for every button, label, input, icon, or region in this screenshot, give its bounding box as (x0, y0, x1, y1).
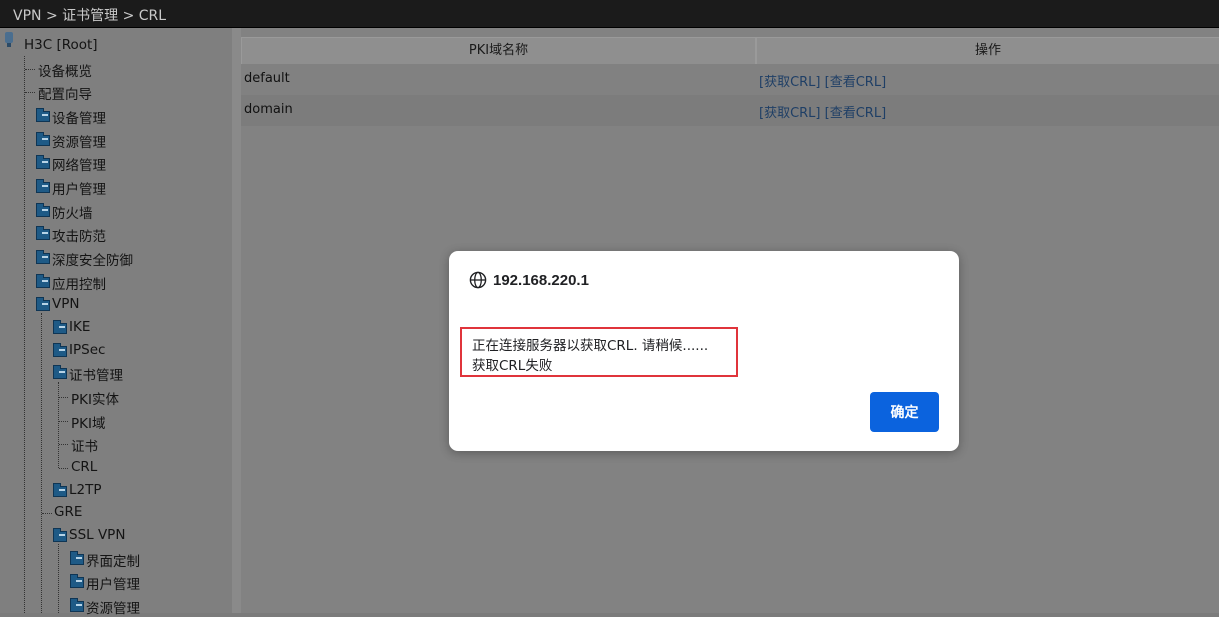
folder-icon (36, 226, 50, 240)
folder-icon (70, 574, 84, 588)
get-crl-link[interactable]: [获取CRL] (759, 75, 821, 90)
pki-domain-name: default (244, 71, 290, 86)
panel-splitter[interactable] (232, 28, 241, 613)
col-header-actions[interactable]: 操作 (756, 37, 1219, 65)
tree-item-device-mgmt[interactable]: 设备管理 (52, 107, 106, 127)
tree-guide-line (24, 56, 25, 613)
tree-item-app-control[interactable]: 应用控制 (52, 273, 106, 293)
tree-item-ssl-resource-mgmt[interactable]: 资源管理 (86, 597, 140, 617)
tree-item-ssl-user-mgmt[interactable]: 用户管理 (86, 573, 140, 593)
root-device-icon (5, 32, 13, 47)
tree-item-user-mgmt[interactable]: 用户管理 (52, 178, 106, 198)
get-crl-link[interactable]: [获取CRL] (759, 106, 821, 121)
tree-item-ike[interactable]: IKE (69, 319, 90, 335)
dialog-origin: 192.168.220.1 (493, 271, 589, 289)
alert-dialog: 192.168.220.1 正在连接服务器以获取CRL. 请稍候...... 获… (449, 251, 959, 451)
table-row: domain [获取CRL] [查看CRL] (241, 95, 1219, 126)
col-header-pki-domain[interactable]: PKI域名称 (241, 37, 756, 65)
breadcrumb: VPN > 证书管理 > CRL (13, 8, 167, 24)
tree-item-certificate[interactable]: 证书 (71, 435, 98, 455)
folder-icon (53, 483, 67, 497)
nav-tree-panel[interactable] (0, 28, 232, 613)
tree-item-deep-security[interactable]: 深度安全防御 (52, 249, 133, 269)
folder-open-icon (36, 297, 50, 311)
folder-icon (36, 274, 50, 288)
tree-item-device-overview[interactable]: 设备概览 (38, 60, 92, 80)
row-actions: [获取CRL] [查看CRL] (759, 71, 886, 90)
tree-branch (42, 513, 52, 514)
message-highlight-box: 正在连接服务器以获取CRL. 请稍候...... 获取CRL失败 (460, 327, 738, 377)
tree-branch (25, 69, 35, 70)
folder-icon (53, 320, 67, 334)
tree-root[interactable]: H3C [Root] (24, 37, 98, 53)
breadcrumb-bar: VPN > 证书管理 > CRL (0, 0, 1219, 28)
tree-item-ipsec[interactable]: IPSec (69, 342, 105, 358)
folder-icon (70, 551, 84, 565)
dialog-message-line1: 正在连接服务器以获取CRL. 请稍候...... (472, 338, 709, 354)
tree-branch (59, 444, 68, 445)
folder-icon (36, 250, 50, 264)
folder-icon (36, 155, 50, 169)
tree-item-crl[interactable]: CRL (71, 459, 97, 475)
tree-item-l2tp[interactable]: L2TP (69, 482, 102, 498)
tree-item-ui-custom[interactable]: 界面定制 (86, 550, 140, 570)
folder-icon (36, 203, 50, 217)
folder-icon (36, 132, 50, 146)
folder-icon (53, 343, 67, 357)
tree-item-config-wizard[interactable]: 配置向导 (38, 83, 92, 103)
tree-branch (59, 468, 68, 469)
folder-icon (36, 179, 50, 193)
folder-icon (70, 598, 84, 612)
dialog-header: 192.168.220.1 (469, 271, 589, 289)
tree-item-cert-mgmt[interactable]: 证书管理 (69, 364, 123, 384)
table-row: default [获取CRL] [查看CRL] (241, 64, 1219, 95)
view-crl-link[interactable]: [查看CRL] (825, 75, 887, 90)
tree-item-vpn[interactable]: VPN (52, 296, 79, 312)
view-crl-link[interactable]: [查看CRL] (825, 106, 887, 121)
pki-domain-name: domain (244, 102, 293, 117)
tree-item-network-mgmt[interactable]: 网络管理 (52, 154, 106, 174)
dialog-message-line2: 获取CRL失败 (472, 358, 553, 374)
folder-open-icon (53, 528, 67, 542)
tree-guide-line (58, 382, 59, 468)
folder-open-icon (53, 365, 67, 379)
tree-branch (59, 397, 68, 398)
tree-item-gre[interactable]: GRE (54, 504, 82, 520)
tree-item-attack-defense[interactable]: 攻击防范 (52, 225, 106, 245)
tree-item-firewall[interactable]: 防火墙 (52, 202, 93, 222)
tree-item-pki-entity[interactable]: PKI实体 (71, 388, 119, 408)
globe-icon (469, 271, 487, 289)
tree-guide-line (58, 544, 59, 613)
tree-branch (25, 92, 35, 93)
row-actions: [获取CRL] [查看CRL] (759, 102, 886, 121)
tree-item-resource-mgmt[interactable]: 资源管理 (52, 131, 106, 151)
ok-button[interactable]: 确定 (870, 392, 939, 432)
tree-item-pki-domain[interactable]: PKI域 (71, 412, 105, 432)
tree-item-ssl-vpn[interactable]: SSL VPN (69, 527, 125, 543)
tree-guide-line (41, 313, 42, 613)
tree-branch (59, 421, 68, 422)
folder-icon (36, 108, 50, 122)
